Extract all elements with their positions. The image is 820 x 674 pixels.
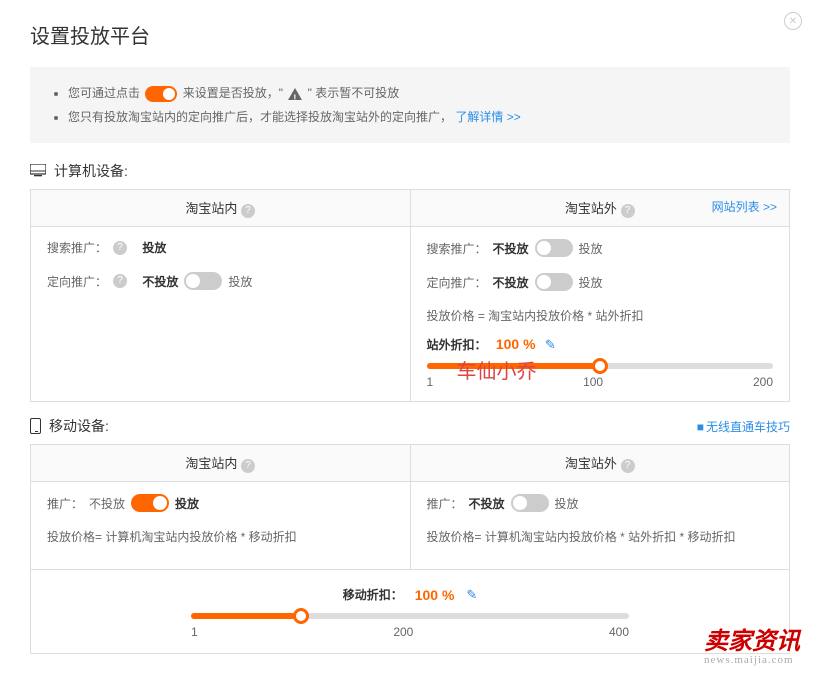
help-icon[interactable]: ? xyxy=(241,204,255,218)
th-taobao-out: 淘宝站外 ? 网站列表 >> xyxy=(410,190,790,227)
mobile-table: 淘宝站内 ? 淘宝站外 ? 推广： 不投放 投放 投放价格= 计算机淘宝站内投放… xyxy=(30,444,790,654)
mobile-out-formula: 投放价格= 计算机淘宝站内投放价格 * 站外折扣 * 移动折扣 xyxy=(427,528,774,545)
toggle-icon xyxy=(145,86,177,102)
monitor-icon xyxy=(30,164,46,178)
slider-thumb[interactable] xyxy=(293,608,309,624)
video-icon: ■ xyxy=(697,420,704,434)
out-formula: 投放价格 = 淘宝站内投放价格 * 站外折扣 xyxy=(427,307,774,324)
mobile-discount-value: 100 % xyxy=(415,587,455,603)
help-icon[interactable]: ? xyxy=(621,204,635,218)
th-mobile-out: 淘宝站外 ? xyxy=(410,445,790,482)
out-discount-value: 100 % xyxy=(496,336,536,352)
edit-icon[interactable]: ✎ xyxy=(545,337,556,352)
direct-in-toggle[interactable] xyxy=(184,272,222,290)
help-icon[interactable]: ? xyxy=(241,459,255,473)
search-out-toggle[interactable] xyxy=(535,239,573,257)
notice-line-1: 您可通过点击 来设置是否投放，" " 表示暂不可投放 xyxy=(68,81,766,105)
mobile-section-header: 移动设备: xyxy=(30,416,109,436)
warning-icon xyxy=(288,88,302,100)
notice-line-2: 您只有投放淘宝站内的定向推广后，才能选择投放淘宝站外的定向推广， 了解详情 >> xyxy=(68,105,766,129)
out-discount-row: 站外折扣： 100 % ✎ xyxy=(427,336,774,353)
computer-section-header: 计算机设备: xyxy=(30,161,790,181)
wireless-tips-link[interactable]: ■无线直通车技巧 xyxy=(697,418,790,435)
notice-box: 您可通过点击 来设置是否投放，" " 表示暂不可投放 您只有投放淘宝站内的定向推… xyxy=(30,67,790,143)
mobile-discount-slider[interactable] xyxy=(191,613,629,619)
out-discount-slider[interactable] xyxy=(427,363,774,369)
help-icon[interactable]: ? xyxy=(113,241,127,255)
site-list-link[interactable]: 网站列表 >> xyxy=(712,198,777,215)
mobile-out-toggle[interactable] xyxy=(511,494,549,512)
th-taobao-in: 淘宝站内 ? xyxy=(31,190,411,227)
edit-icon[interactable]: ✎ xyxy=(466,587,477,603)
mobile-in-formula: 投放价格= 计算机淘宝站内投放价格 * 移动折扣 xyxy=(47,528,394,545)
mobile-in-toggle[interactable] xyxy=(131,494,169,512)
learn-more-link[interactable]: 了解详情 >> xyxy=(455,110,520,124)
mobile-icon xyxy=(30,418,41,434)
th-mobile-in: 淘宝站内 ? xyxy=(31,445,411,482)
help-icon[interactable]: ? xyxy=(621,459,635,473)
page-title: 设置投放平台 xyxy=(30,20,790,49)
close-button[interactable]: ✕ xyxy=(784,12,802,30)
help-icon[interactable]: ? xyxy=(113,274,127,288)
computer-table: 淘宝站内 ? 淘宝站外 ? 网站列表 >> 搜索推广： ? 投放 定向推广： ?… xyxy=(30,189,790,402)
direct-out-toggle[interactable] xyxy=(535,273,573,291)
slider-thumb[interactable] xyxy=(592,358,608,374)
mobile-discount-row: 移动折扣： 100 % ✎ xyxy=(191,586,629,603)
